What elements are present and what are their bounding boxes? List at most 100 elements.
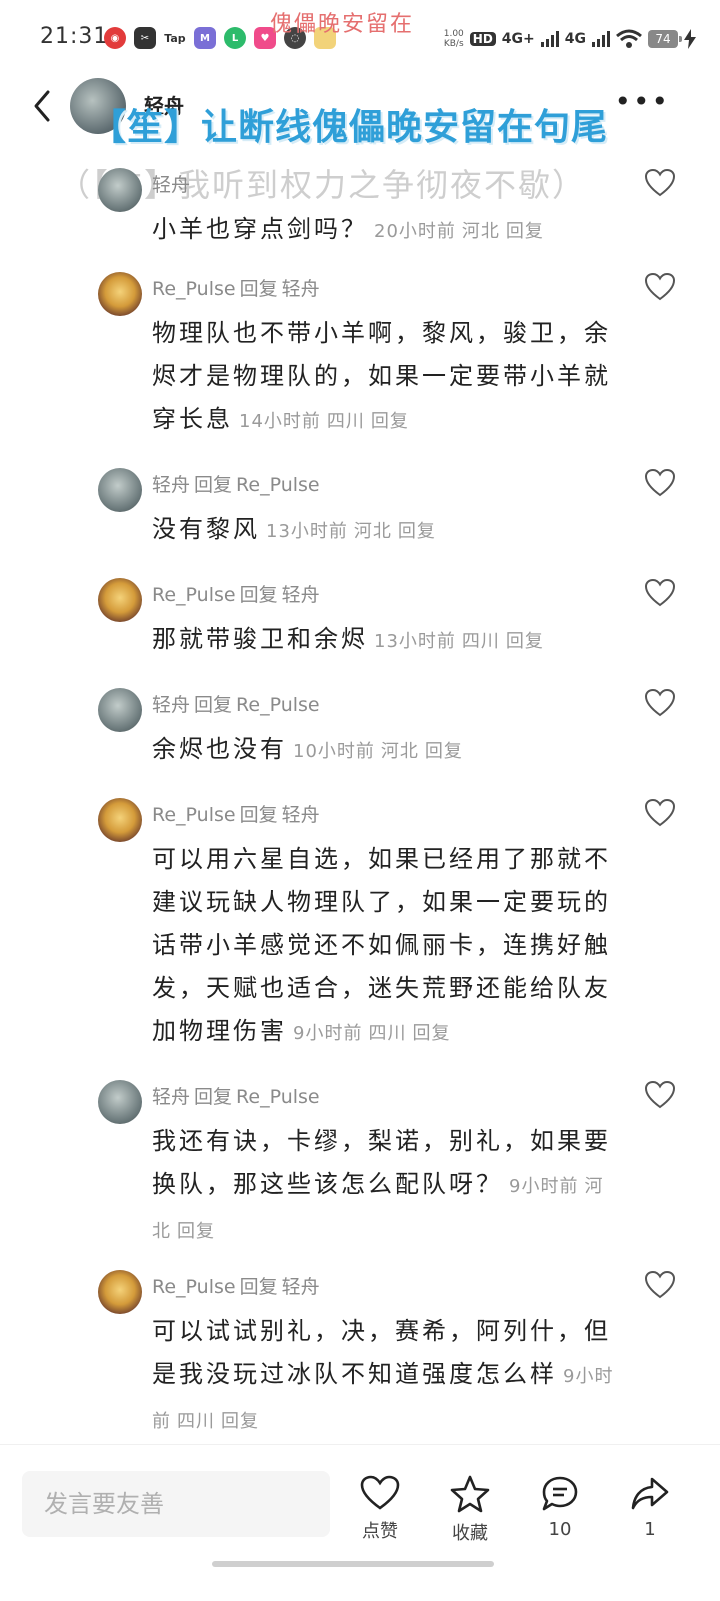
reply-target[interactable]: Re_Pulse	[236, 1086, 320, 1108]
reply-button[interactable]: 回复	[506, 221, 544, 242]
comment-header: 轻舟	[152, 170, 190, 197]
hd-badge: HD	[469, 32, 496, 46]
reply-word: 回复	[194, 694, 233, 716]
comment-text: 没有黎风	[152, 515, 260, 543]
reply-target[interactable]: 轻舟	[282, 584, 320, 606]
comment-input[interactable]	[22, 1471, 330, 1537]
app-icon: M	[194, 27, 216, 49]
comment-author[interactable]: 轻舟	[152, 474, 190, 496]
comment-text: 那就带骏卫和余烬	[152, 625, 368, 653]
status-time: 21:31	[40, 24, 109, 49]
collect-button[interactable]: 收藏	[440, 1475, 500, 1545]
comment-body: 我还有诀，卡缪，梨诺，别礼，如果要换队，那这些该怎么配队呀？ 9小时前 河北 回复	[152, 1120, 620, 1253]
comment-body: 可以试试别礼，决，赛希，阿列什，但是我没玩过冰队不知道强度怎么样 9小时前 四川 回复	[152, 1310, 620, 1443]
avatar[interactable]	[98, 1270, 142, 1314]
comment-location: 四川	[326, 411, 365, 432]
comment-body: 物理队也不带小羊啊，黎风，骏卫，余烬才是物理队的，如果一定要带小羊就穿长息 14小…	[152, 312, 620, 443]
comment-meta: 10小时前 河北 回复	[293, 741, 469, 762]
like-heart-icon[interactable]	[644, 168, 676, 198]
comment-author[interactable]: Re_Pulse	[152, 1276, 236, 1298]
network-speed: 1.00 KB/s	[443, 29, 464, 49]
charging-icon	[684, 29, 696, 49]
comment-text: 小羊也穿点剑吗？	[152, 215, 368, 243]
comment-author[interactable]: Re_Pulse	[152, 278, 236, 300]
comment-location: 河北	[353, 521, 392, 542]
comment-header: Re_Pulse 回复 轻舟	[152, 1272, 320, 1299]
reply-target[interactable]: Re_Pulse	[236, 474, 320, 496]
comment-text: 可以试试别礼，决，赛希，阿列什，但是我没玩过冰队不知道强度怎么样	[152, 1317, 611, 1388]
avatar[interactable]	[98, 798, 142, 842]
comment-body: 那就带骏卫和余烬 13小时前 四川 回复	[152, 618, 620, 663]
reply-button[interactable]: 回复	[398, 521, 436, 542]
comment-time: 10小时前	[293, 741, 375, 762]
comment-body: 可以用六星自选，如果已经用了那就不建议玩缺人物理队了，如果一定要玩的话带小羊感觉…	[152, 838, 620, 1055]
avatar[interactable]	[98, 1080, 142, 1124]
comment-author[interactable]: 轻舟	[152, 1086, 190, 1108]
avatar[interactable]	[98, 688, 142, 732]
comment-time: 14小时前	[239, 411, 321, 432]
app-icon: L	[224, 27, 246, 49]
comment-location: 河北	[461, 221, 500, 242]
comment-author[interactable]: Re_Pulse	[152, 584, 236, 606]
comment-meta: 13小时前 河北 回复	[266, 521, 442, 542]
comment-meta: 14小时前 四川 回复	[239, 411, 415, 432]
comment-header: Re_Pulse 回复 轻舟	[152, 274, 320, 301]
reply-button[interactable]: 回复	[506, 631, 544, 652]
comment-meta: 13小时前 四川 回复	[374, 631, 550, 652]
taptap-icon: Tap	[164, 27, 186, 49]
network-type-1: 4G+	[501, 31, 535, 47]
status-bar: 21:31 ◉ ✂ Tap M L ♥ ◌ 傀儡晚安留在 1.00 KB/s H…	[0, 0, 720, 76]
avatar[interactable]	[98, 168, 142, 212]
ticker-text-top: 傀儡晚安留在	[270, 12, 415, 37]
comment-author[interactable]: 轻舟	[152, 694, 190, 716]
avatar[interactable]	[98, 272, 142, 316]
like-heart-icon[interactable]	[644, 272, 676, 302]
comment-location: 四川	[461, 631, 500, 652]
reply-target[interactable]: 轻舟	[282, 278, 320, 300]
like-label: 点赞	[362, 1521, 398, 1542]
home-indicator[interactable]	[212, 1561, 494, 1567]
comment-header: 轻舟 回复 Re_Pulse	[152, 470, 320, 497]
heart-icon	[360, 1475, 400, 1510]
avatar[interactable]	[98, 578, 142, 622]
comment-time: 9小时前	[293, 1023, 363, 1044]
like-heart-icon[interactable]	[644, 688, 676, 718]
comment-time: 13小时前	[266, 521, 348, 542]
comment-icon	[542, 1476, 578, 1511]
like-button[interactable]: 点赞	[350, 1475, 410, 1543]
avatar[interactable]	[98, 468, 142, 512]
signal-icon	[540, 31, 559, 47]
like-heart-icon[interactable]	[644, 468, 676, 498]
reply-word: 回复	[239, 584, 278, 606]
comment-header: 轻舟 回复 Re_Pulse	[152, 690, 320, 717]
reply-target[interactable]: 轻舟	[282, 1276, 320, 1298]
like-heart-icon[interactable]	[644, 1270, 676, 1300]
comment-button[interactable]: 10	[530, 1475, 590, 1540]
comment-input-box[interactable]	[22, 1471, 330, 1537]
share-button[interactable]: 1	[620, 1475, 680, 1540]
comment-time: 20小时前	[374, 221, 456, 242]
collect-label: 收藏	[452, 1523, 488, 1544]
comment-meta: 9小时前 四川 回复	[293, 1023, 456, 1044]
reply-target[interactable]: 轻舟	[282, 804, 320, 826]
like-heart-icon[interactable]	[644, 1080, 676, 1110]
reply-button[interactable]: 回复	[425, 741, 463, 762]
comment-author[interactable]: Re_Pulse	[152, 804, 236, 826]
comment-body: 小羊也穿点剑吗？ 20小时前 河北 回复	[152, 208, 620, 253]
reply-button[interactable]: 回复	[177, 1221, 215, 1242]
wifi-icon	[616, 29, 642, 48]
reply-target[interactable]: Re_Pulse	[236, 694, 320, 716]
reply-word: 回复	[194, 1086, 233, 1108]
like-heart-icon[interactable]	[644, 798, 676, 828]
reply-button[interactable]: 回复	[371, 411, 409, 432]
like-heart-icon[interactable]	[644, 578, 676, 608]
reply-button[interactable]: 回复	[221, 1411, 259, 1432]
comment-time: 9小时前	[509, 1176, 579, 1197]
comment-header: 轻舟 回复 Re_Pulse	[152, 1082, 320, 1109]
comment-author[interactable]: 轻舟	[152, 174, 190, 196]
reply-word: 回复	[239, 804, 278, 826]
back-icon[interactable]	[28, 86, 58, 126]
comment-header: Re_Pulse 回复 轻舟	[152, 580, 320, 607]
reply-button[interactable]: 回复	[412, 1023, 450, 1044]
comment-location: 河北	[380, 741, 419, 762]
